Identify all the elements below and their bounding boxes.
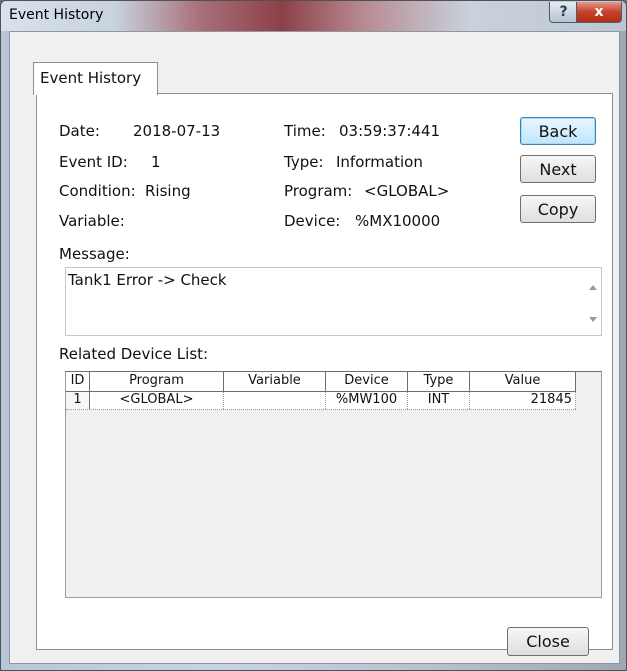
tab-panel: Date: 2018-07-13 Event ID: 1 Condition: … — [36, 93, 613, 650]
cell-variable[interactable] — [224, 392, 326, 409]
event-id-label: Event ID: — [59, 153, 128, 171]
scroll-up-icon[interactable] — [589, 285, 597, 290]
date-value: 2018-07-13 — [133, 122, 221, 140]
event-history-window: Event History ? x Event History Date: 20… — [0, 0, 627, 671]
time-value: 03:59:37:441 — [339, 122, 441, 140]
cell-device[interactable]: %MW100 — [326, 392, 408, 409]
cell-value[interactable]: 21845 — [470, 392, 576, 409]
table-row[interactable]: 1 <GLOBAL> %MW100 INT 21845 — [66, 392, 576, 410]
window-title: Event History — [9, 7, 104, 23]
column-header-id[interactable]: ID — [66, 372, 90, 391]
tab-event-history[interactable]: Event History — [33, 62, 158, 95]
cell-program[interactable]: <GLOBAL> — [90, 392, 224, 409]
message-label: Message: — [59, 245, 130, 263]
tab-label: Event History — [40, 69, 142, 87]
message-text: Tank1 Error -> Check — [68, 271, 227, 289]
window-close-button[interactable]: x — [576, 2, 622, 23]
type-value: Information — [336, 153, 423, 171]
cell-type[interactable]: INT — [408, 392, 470, 409]
close-icon: x — [594, 4, 604, 20]
event-id-value: 1 — [151, 153, 161, 171]
column-header-type[interactable]: Type — [408, 372, 470, 391]
dialog-client-area: Event History Date: 2018-07-13 Event ID:… — [9, 31, 620, 664]
title-bar[interactable]: Event History ? x — [1, 1, 626, 31]
variable-label: Variable: — [59, 212, 125, 230]
condition-label: Condition: — [59, 182, 136, 200]
program-label: Program: — [284, 182, 353, 200]
column-header-variable[interactable]: Variable — [224, 372, 326, 391]
back-button[interactable]: Back — [520, 117, 596, 145]
device-label: Device: — [284, 212, 341, 230]
column-header-value[interactable]: Value — [470, 372, 576, 391]
scroll-down-icon[interactable] — [589, 317, 597, 322]
copy-button[interactable]: Copy — [520, 195, 596, 223]
column-header-device[interactable]: Device — [326, 372, 408, 391]
related-device-list-label: Related Device List: — [59, 345, 209, 363]
question-icon: ? — [559, 4, 568, 20]
close-button[interactable]: Close — [507, 627, 589, 656]
column-header-program[interactable]: Program — [90, 372, 224, 391]
related-device-grid[interactable]: ID Program Variable Device Type Value 1 … — [65, 371, 602, 598]
message-scrollbar[interactable] — [584, 268, 601, 335]
program-value: <GLOBAL> — [364, 182, 450, 200]
date-label: Date: — [59, 122, 100, 140]
type-label: Type: — [284, 153, 324, 171]
help-button[interactable]: ? — [549, 2, 578, 23]
next-button[interactable]: Next — [520, 155, 596, 183]
device-value: %MX10000 — [355, 212, 441, 230]
cell-id: 1 — [66, 392, 90, 409]
condition-value: Rising — [145, 182, 191, 200]
time-label: Time: — [284, 122, 326, 140]
message-textbox[interactable]: Tank1 Error -> Check — [65, 267, 602, 336]
grid-header: ID Program Variable Device Type Value — [66, 372, 576, 392]
